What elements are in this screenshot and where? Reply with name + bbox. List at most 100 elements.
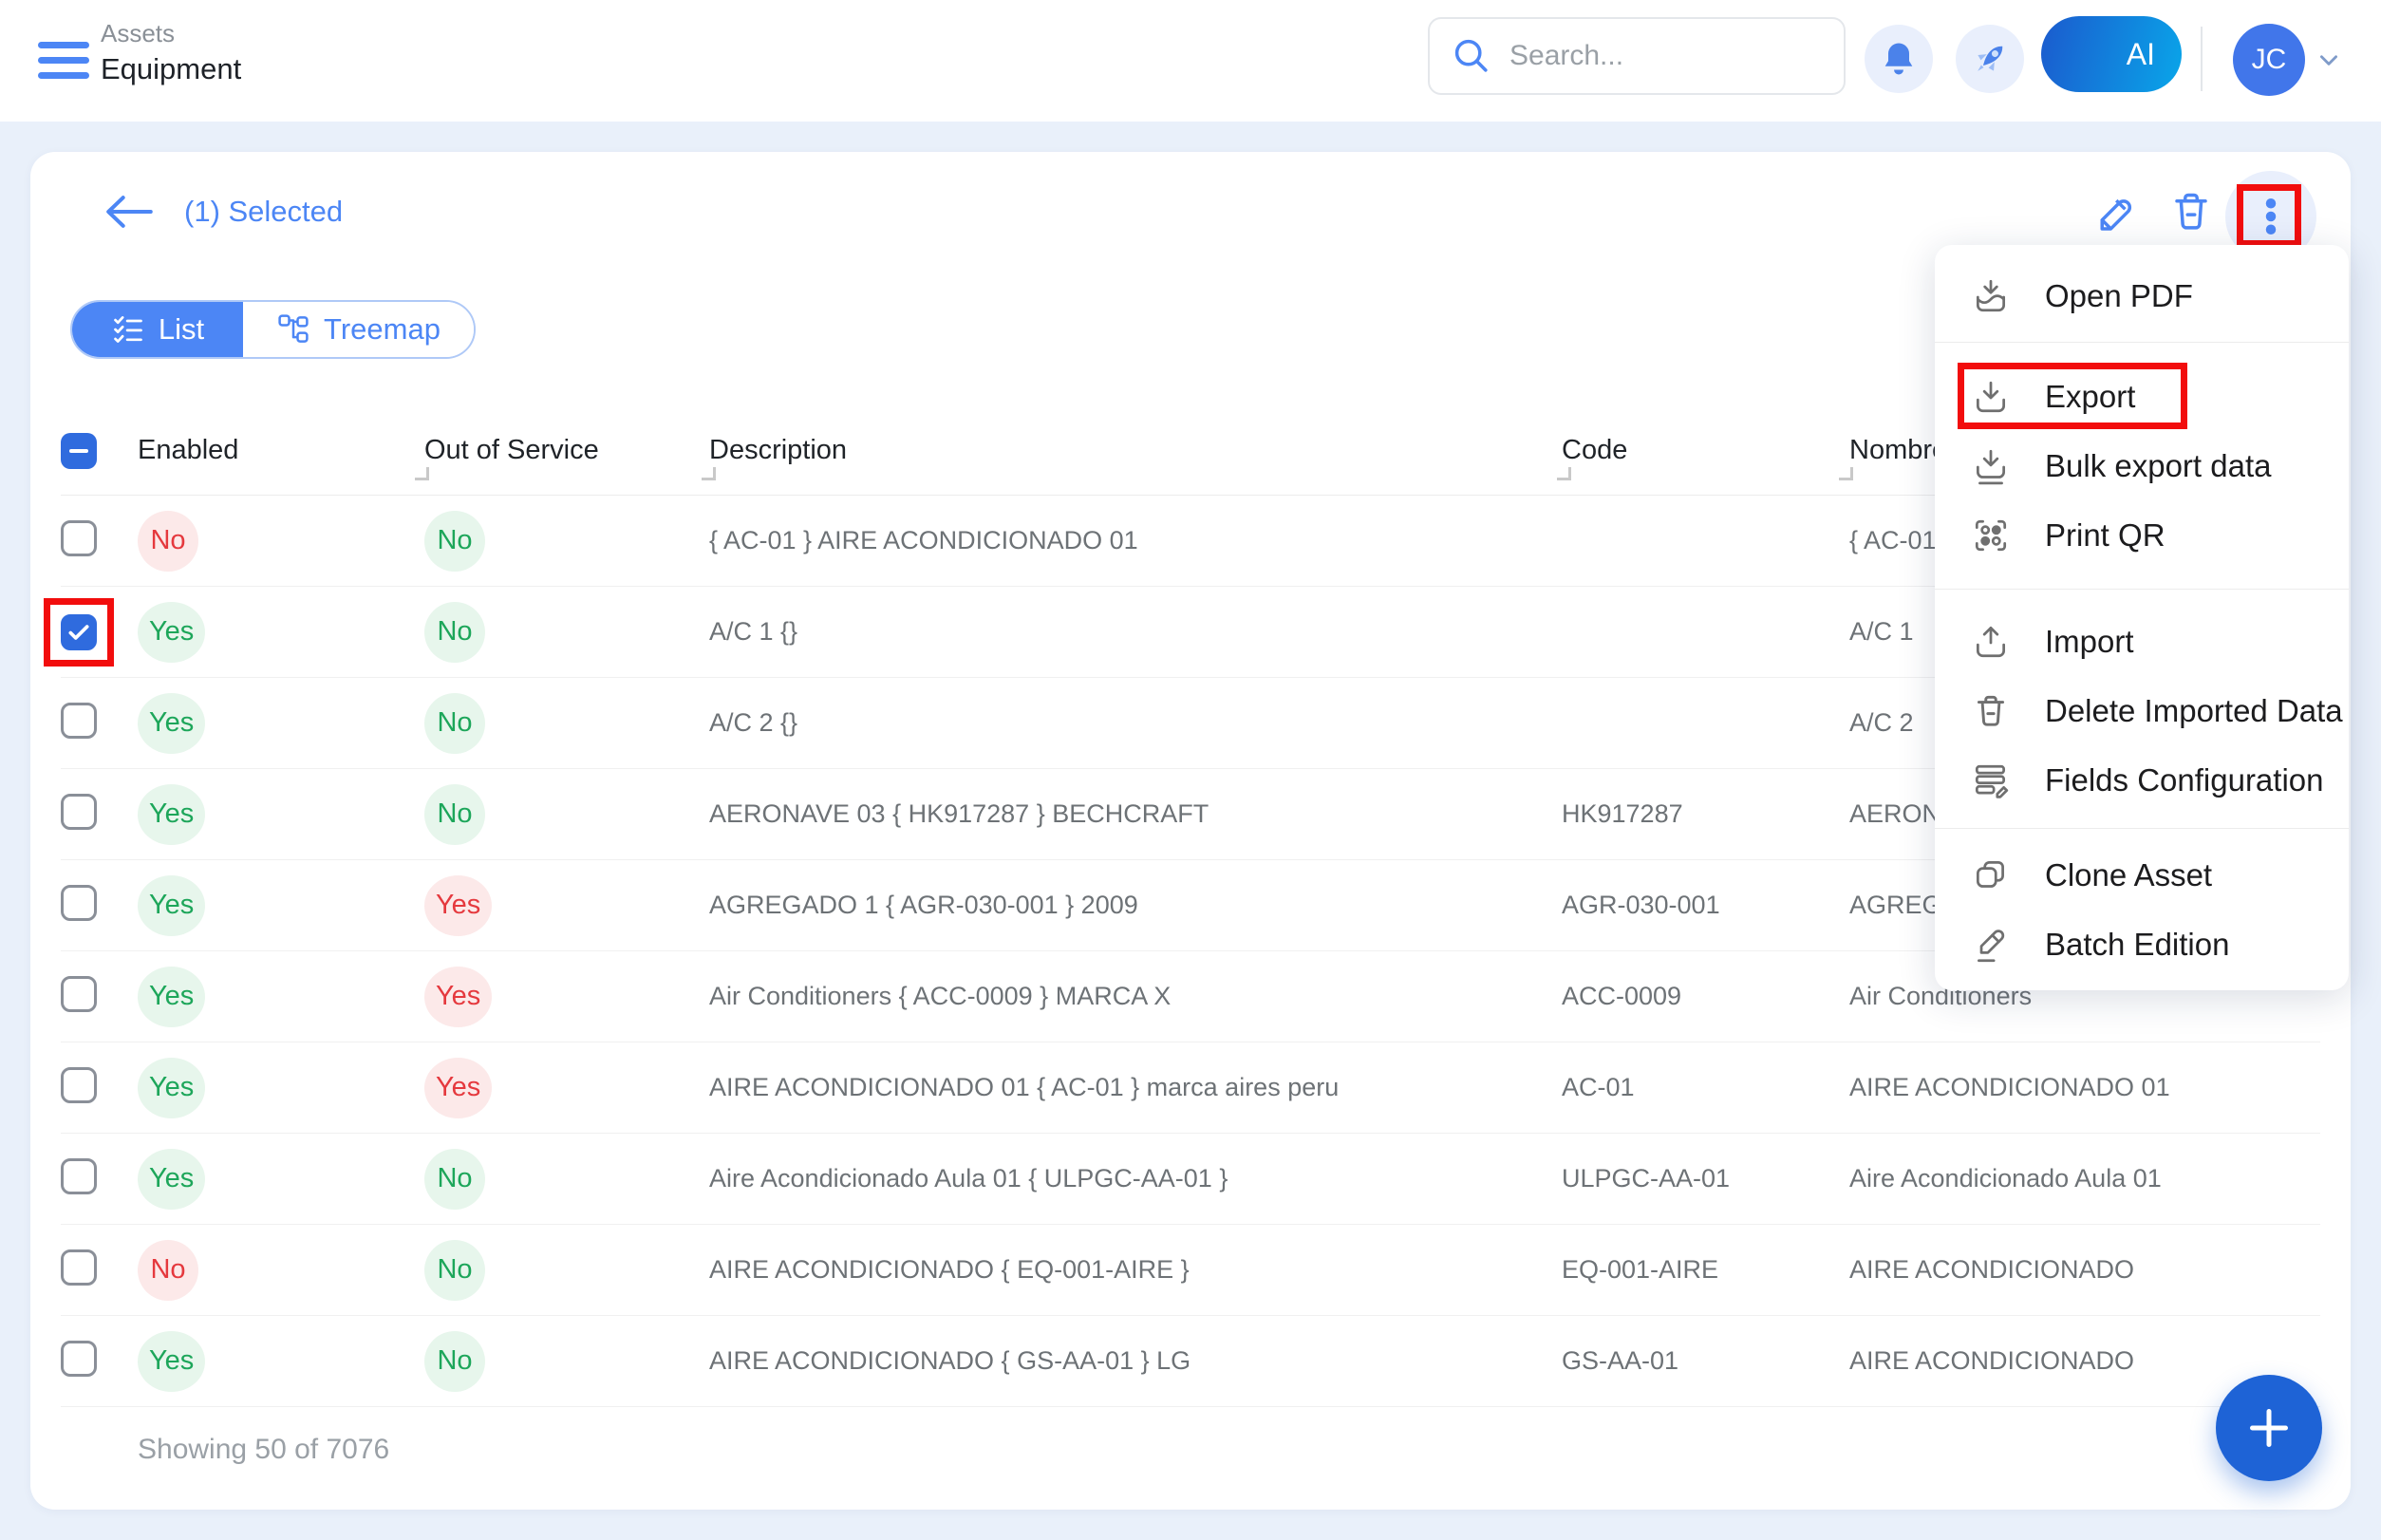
description-cell: AIRE ACONDICIONADO { GS-AA-01 } LG (709, 1346, 1562, 1376)
description-cell: AIRE ACONDICIONADO 01 { AC-01 } marca ai… (709, 1073, 1562, 1102)
pencil-icon (2091, 188, 2139, 235)
edit-button[interactable] (2091, 188, 2139, 235)
delete-button[interactable] (2167, 188, 2215, 235)
enabled-badge: Yes (138, 1058, 205, 1118)
page-title: Equipment (101, 51, 241, 87)
notifications-button[interactable] (1865, 25, 1933, 93)
code-cell: ULPGC-AA-01 (1562, 1164, 1849, 1193)
menu-item-batch-edition[interactable]: Batch Edition (1935, 910, 2349, 979)
plus-icon (2245, 1404, 2293, 1452)
menu-item-delete-imported-data[interactable]: Delete Imported Data (1935, 676, 2349, 745)
treemap-label: Treemap (324, 312, 441, 347)
table-row[interactable]: Yes Yes AIRE ACONDICIONADO 01 { AC-01 } … (61, 1042, 2320, 1134)
menu-item-export[interactable]: Export (1935, 362, 2349, 431)
row-checkbox[interactable] (61, 520, 97, 556)
out-of-service-badge: No (424, 784, 485, 845)
check-icon (66, 620, 91, 645)
column-resize-handle[interactable] (415, 467, 429, 480)
avatar-initials: JC (2252, 44, 2287, 76)
avatar[interactable]: JC (2233, 24, 2305, 96)
hamburger-menu-icon[interactable] (38, 42, 89, 87)
select-all-checkbox[interactable] (61, 433, 97, 469)
open-pdf-icon (1971, 276, 2011, 316)
chevron-down-icon[interactable] (2316, 47, 2341, 72)
enabled-badge: Yes (138, 1331, 205, 1392)
code-cell: AC-01 (1562, 1073, 1849, 1102)
table-row[interactable]: Yes No AIRE ACONDICIONADO { GS-AA-01 } L… (61, 1316, 2320, 1407)
kebab-menu-icon (2247, 193, 2295, 240)
row-checkbox[interactable] (61, 1158, 97, 1194)
ai-button[interactable]: AI (2041, 16, 2182, 92)
description-cell: A/C 2 {} (709, 708, 1562, 738)
import-icon (1971, 622, 2011, 662)
row-checkbox[interactable] (61, 614, 97, 650)
row-checkbox[interactable] (61, 1249, 97, 1286)
menu-item-bulk-export-data[interactable]: Bulk export data (1935, 431, 2349, 500)
breadcrumb: Assets (101, 19, 241, 47)
arrow-left-icon (101, 194, 156, 230)
treemap-icon (276, 312, 310, 347)
rocket-button[interactable] (1956, 25, 2024, 93)
kebab-menu-button[interactable] (2247, 193, 2295, 240)
out-of-service-badge: No (424, 693, 485, 754)
description-cell: Air Conditioners { ACC-0009 } MARCA X (709, 982, 1562, 1011)
row-checkbox[interactable] (61, 885, 97, 921)
nombre-cell: AIRE ACONDICIONADO (1849, 1346, 2320, 1376)
column-header-out-of-service[interactable]: Out of Service (424, 435, 599, 466)
view-toggle: List Treemap (70, 300, 476, 359)
row-checkbox[interactable] (61, 1067, 97, 1103)
enabled-badge: Yes (138, 1149, 205, 1210)
fields-configuration-icon (1971, 761, 2011, 800)
bell-icon (1878, 38, 1920, 80)
description-cell: Aire Acondicionado Aula 01 { ULPGC-AA-01… (709, 1164, 1562, 1193)
column-header-code[interactable]: Code (1562, 435, 1627, 466)
tab-list[interactable]: List (72, 302, 243, 357)
table-row[interactable]: Yes No Aire Acondicionado Aula 01 { ULPG… (61, 1134, 2320, 1225)
trash-icon (2167, 188, 2215, 235)
menu-item-label: Export (2045, 379, 2135, 415)
search-input[interactable] (1508, 39, 1792, 73)
code-cell: EQ-001-AIRE (1562, 1255, 1849, 1285)
menu-item-label: Delete Imported Data (2045, 693, 2343, 729)
menu-item-label: Clone Asset (2045, 857, 2212, 893)
enabled-badge: Yes (138, 875, 205, 936)
menu-item-label: Open PDF (2045, 278, 2193, 314)
table-row[interactable]: No No AIRE ACONDICIONADO { EQ-001-AIRE }… (61, 1225, 2320, 1316)
out-of-service-badge: No (424, 511, 485, 572)
column-resize-handle[interactable] (1839, 467, 1853, 480)
selected-count-label: (1) Selected (184, 195, 343, 229)
column-header-nombre[interactable]: Nombre (1849, 435, 1947, 466)
column-resize-handle[interactable] (1557, 467, 1571, 480)
menu-item-label: Fields Configuration (2045, 762, 2324, 798)
menu-item-label: Bulk export data (2045, 448, 2271, 484)
menu-item-fields-configuration[interactable]: Fields Configuration (1935, 745, 2349, 815)
menu-item-import[interactable]: Import (1935, 607, 2349, 676)
search-box[interactable] (1428, 17, 1846, 95)
column-resize-handle[interactable] (702, 467, 716, 480)
back-button[interactable] (101, 194, 156, 230)
row-checkbox[interactable] (61, 794, 97, 830)
column-header-description[interactable]: Description (709, 435, 847, 466)
bulk-export-icon (1971, 446, 2011, 486)
code-cell: GS-AA-01 (1562, 1346, 1849, 1376)
menu-item-clone-asset[interactable]: Clone Asset (1935, 840, 2349, 910)
top-bar: Assets Equipment AI JC (0, 0, 2381, 122)
menu-item-print-qr[interactable]: Print QR (1935, 500, 2349, 570)
add-asset-button[interactable] (2216, 1375, 2322, 1481)
out-of-service-badge: Yes (424, 875, 492, 936)
menu-item-label: Batch Edition (2045, 927, 2229, 963)
menu-item-label: Print QR (2045, 517, 2165, 554)
context-menu: Open PDF Export Bulk export data Print Q… (1935, 245, 2349, 990)
code-cell: HK917287 (1562, 799, 1849, 829)
row-checkbox[interactable] (61, 1341, 97, 1377)
out-of-service-badge: No (424, 1149, 485, 1210)
menu-item-open-pdf[interactable]: Open PDF (1935, 256, 2349, 336)
out-of-service-badge: No (424, 1240, 485, 1301)
nombre-cell: AIRE ACONDICIONADO 01 (1849, 1073, 2320, 1102)
row-checkbox[interactable] (61, 976, 97, 1012)
nombre-cell: Aire Acondicionado Aula 01 (1849, 1164, 2320, 1193)
row-checkbox[interactable] (61, 703, 97, 739)
tab-treemap[interactable]: Treemap (243, 302, 474, 357)
column-header-enabled[interactable]: Enabled (138, 435, 238, 466)
list-label: List (159, 312, 204, 347)
